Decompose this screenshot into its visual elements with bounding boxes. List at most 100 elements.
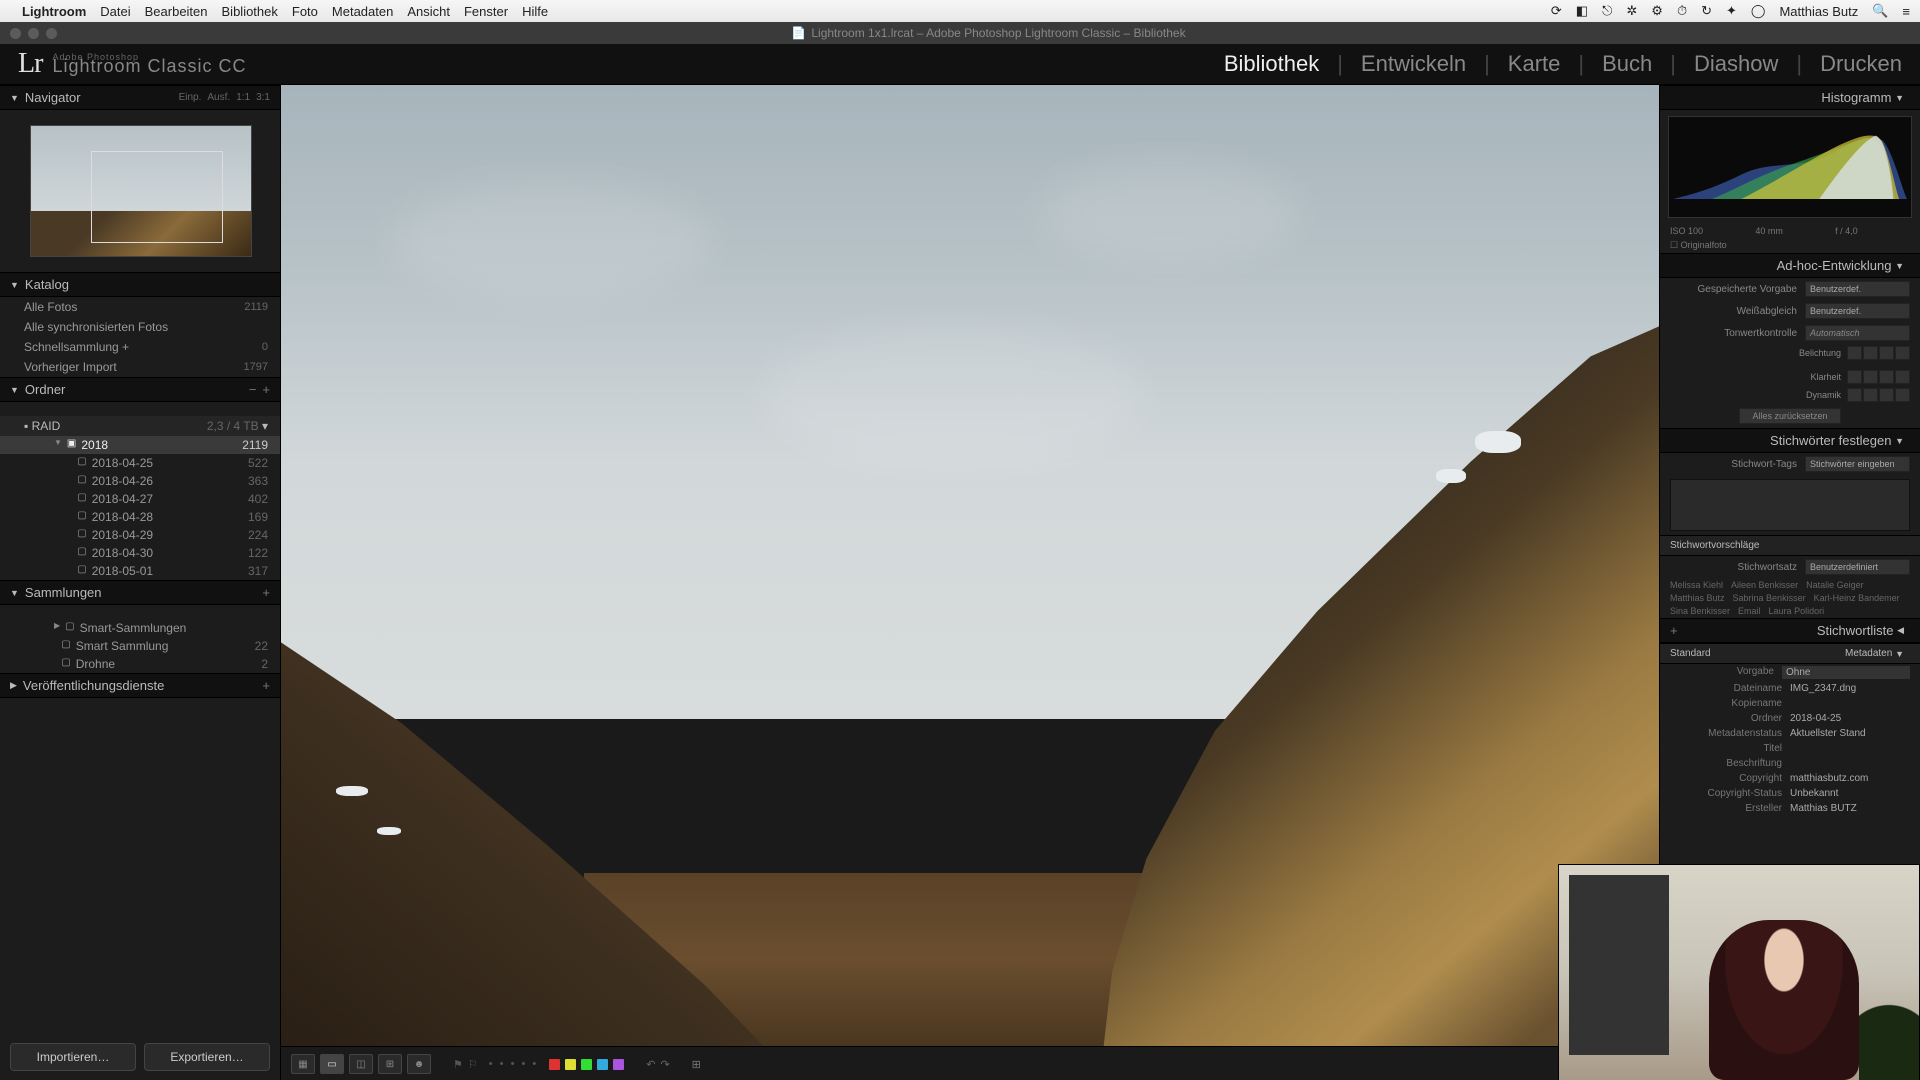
navigator-header[interactable]: ▼Navigator Einp. Ausf. 1:1 3:1 (0, 85, 280, 110)
tone-auto[interactable]: Automatisch (1805, 325, 1910, 341)
module-entwickeln[interactable]: Entwickeln (1361, 51, 1466, 77)
meta-template-select[interactable]: Ohne (1782, 666, 1910, 679)
keyword-suggestion[interactable]: Melissa Kiehl (1670, 580, 1723, 590)
original-checkbox[interactable]: ☐ Originalfoto (1660, 238, 1920, 253)
metadata-preset[interactable]: Standard (1670, 648, 1740, 659)
kw-tags-mode[interactable]: Stichwörter eingeben (1805, 456, 1910, 472)
color-red[interactable] (549, 1059, 560, 1070)
keyword-input[interactable] (1670, 479, 1910, 531)
keyword-suggestion[interactable]: Sina Benkisser (1670, 606, 1730, 616)
chevron-down-icon[interactable]: ▾ (262, 419, 268, 433)
people-view-button[interactable]: ☻ (407, 1054, 431, 1074)
color-green[interactable] (581, 1059, 592, 1070)
rotate-cw-icon[interactable]: ↷ (660, 1058, 669, 1071)
plus-icon[interactable]: + (262, 382, 270, 397)
catalog-header[interactable]: ▼Katalog (0, 272, 280, 297)
keyword-suggestion[interactable]: Email (1738, 606, 1761, 616)
publish-header[interactable]: ▶Veröffentlichungsdienste+ (0, 673, 280, 698)
menu-metadaten[interactable]: Metadaten (332, 4, 393, 19)
metadata-value[interactable]: IMG_2347.dng (1790, 683, 1910, 694)
minus-icon[interactable]: − (249, 382, 257, 397)
module-drucken[interactable]: Drucken (1820, 51, 1902, 77)
kw-sugg-header[interactable]: Stichwortvorschläge (1660, 535, 1920, 556)
folder-date[interactable]: ▢2018-04-25522 (0, 454, 280, 472)
keyword-suggestion[interactable]: Karl-Heinz Bandemer (1814, 593, 1900, 603)
menu-ansicht[interactable]: Ansicht (407, 4, 450, 19)
plus-icon[interactable]: + (262, 678, 270, 693)
menubar-icon[interactable]: ⚙ (1651, 3, 1663, 19)
metadata-value[interactable]: matthiasbutz.com (1790, 773, 1910, 784)
metadata-header[interactable]: Standard Metadaten ▼ (1660, 643, 1920, 664)
module-buch[interactable]: Buch (1602, 51, 1652, 77)
loupe-view-button[interactable]: ▭ (320, 1054, 344, 1074)
maximize-icon[interactable] (46, 28, 57, 39)
module-karte[interactable]: Karte (1508, 51, 1561, 77)
reset-button[interactable]: Alles zurücksetzen (1739, 408, 1840, 424)
preset-select[interactable]: Benutzerdef. (1805, 281, 1910, 297)
clarity-stepper[interactable] (1847, 370, 1910, 384)
keyword-suggestion[interactable]: Aileen Benkisser (1731, 580, 1798, 590)
exposure-stepper[interactable] (1847, 346, 1910, 360)
folder-date[interactable]: ▢2018-04-28169 (0, 508, 280, 526)
import-button[interactable]: Importieren… (10, 1043, 136, 1071)
menubar-icon[interactable]: ✲ (1626, 3, 1637, 19)
menu-bearbeiten[interactable]: Bearbeiten (145, 4, 208, 19)
menu-bibliothek[interactable]: Bibliothek (222, 4, 278, 19)
zoom-fit[interactable]: Einp. (179, 92, 202, 103)
folder-year[interactable]: ▼▣20182119 (0, 436, 280, 454)
mac-menubar[interactable]: Lightroom Datei Bearbeiten Bibliothek Fo… (0, 0, 1920, 22)
catalog-synced[interactable]: Alle synchronisierten Fotos (0, 317, 280, 337)
drive-row[interactable]: ▪ RAID2,3 / 4 TB ▾ (0, 416, 280, 436)
export-button[interactable]: Exportieren… (144, 1043, 270, 1071)
catalog-prev-import[interactable]: Vorheriger Import1797 (0, 357, 280, 377)
metadata-value[interactable] (1790, 698, 1910, 709)
metadata-value[interactable]: Matthias BUTZ (1790, 803, 1910, 814)
rotate-ccw-icon[interactable]: ↶ (646, 1058, 655, 1071)
color-blue[interactable] (597, 1059, 608, 1070)
catalog-all-photos[interactable]: Alle Fotos2119 (0, 297, 280, 317)
zoom-3-1[interactable]: 3:1 (256, 92, 270, 103)
quickdev-header[interactable]: Ad-hoc-Entwicklung ▼ (1660, 253, 1920, 278)
survey-view-button[interactable]: ⊞ (378, 1054, 402, 1074)
keywordlist-header[interactable]: +Stichwortliste ◀ (1660, 618, 1920, 643)
keyword-suggestion[interactable]: Natalie Geiger (1806, 580, 1864, 590)
menubar-icon[interactable]: ◧ (1576, 3, 1588, 19)
menubar-icon[interactable]: ↻ (1701, 3, 1712, 19)
menu-hilfe[interactable]: Hilfe (522, 4, 548, 19)
folder-date[interactable]: ▢2018-04-27402 (0, 490, 280, 508)
collections-header[interactable]: ▼Sammlungen+ (0, 580, 280, 605)
module-diashow[interactable]: Diashow (1694, 51, 1778, 77)
module-bibliothek[interactable]: Bibliothek (1224, 51, 1319, 77)
metadata-value[interactable]: Unbekannt (1790, 788, 1910, 799)
color-purple[interactable] (613, 1059, 624, 1070)
flag-reject-icon[interactable]: ⚐ (468, 1058, 478, 1071)
folder-date[interactable]: ▢2018-04-30122 (0, 544, 280, 562)
catalog-quick[interactable]: Schnellsammlung +0 (0, 337, 280, 357)
vibrance-stepper[interactable] (1847, 388, 1910, 402)
menubar-icon[interactable]: ⎋ (1602, 3, 1612, 19)
menu-foto[interactable]: Foto (292, 4, 318, 19)
minimize-icon[interactable] (28, 28, 39, 39)
metadata-value[interactable]: 2018-04-25 (1790, 713, 1910, 724)
menu-fenster[interactable]: Fenster (464, 4, 508, 19)
app-menu[interactable]: Lightroom (22, 4, 86, 19)
collection-smart-group[interactable]: ▶▢Smart-Sammlungen (0, 619, 280, 637)
collection-item[interactable]: ▢Smart Sammlung22 (0, 637, 280, 655)
histogram-header[interactable]: Histogramm ▼ (1660, 85, 1920, 110)
flag-pick-icon[interactable]: ⚑ (453, 1058, 463, 1071)
loupe-view[interactable] (281, 85, 1659, 1046)
navigator-preview[interactable] (0, 110, 280, 272)
folder-date[interactable]: ▢2018-05-01317 (0, 562, 280, 580)
plus-icon[interactable]: + (1670, 623, 1678, 638)
navigator-crop-rect[interactable] (91, 151, 223, 243)
menubar-icon[interactable]: ⏱ (1677, 3, 1687, 19)
menubar-user[interactable]: Matthias Butz (1779, 4, 1858, 19)
menubar-icon[interactable]: ≡ (1902, 4, 1910, 19)
color-yellow[interactable] (565, 1059, 576, 1070)
collection-item[interactable]: ▢Drohne2 (0, 655, 280, 673)
folder-date[interactable]: ▢2018-04-29224 (0, 526, 280, 544)
menubar-icon[interactable]: ✦ (1726, 3, 1737, 19)
wb-select[interactable]: Benutzerdef. (1805, 303, 1910, 319)
zoom-fill[interactable]: Ausf. (207, 92, 230, 103)
rating-stars[interactable]: • • • • • (489, 1058, 538, 1070)
